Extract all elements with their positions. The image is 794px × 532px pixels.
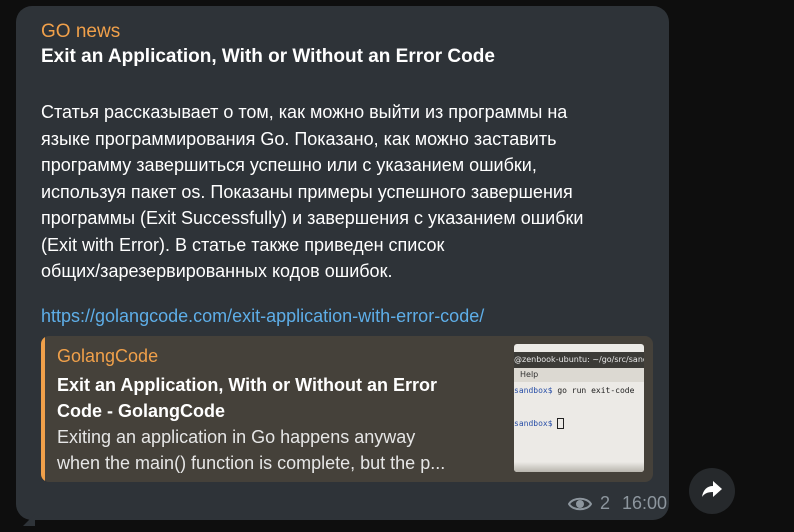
preview-description-line: Exiting an application in Go happens any… [57, 427, 416, 447]
message-headline: Exit an Application, With or Without an … [41, 46, 495, 67]
cursor-icon [557, 418, 565, 429]
preview-description: Exiting an application in Go happens any… [57, 424, 497, 476]
thumbnail-shadow [514, 462, 644, 472]
body-line: (Exit with Error). В статье также привед… [41, 234, 445, 255]
message-meta: 2 16:00 [567, 493, 668, 514]
share-button[interactable] [689, 468, 735, 514]
link-preview[interactable]: GolangCode Exit an Application, With or … [41, 336, 653, 482]
message-body: Статья рассказывает о том, как можно вый… [41, 99, 661, 285]
body-line: языке программирования Go. Показано, как… [41, 128, 557, 149]
thumbnail-terminal-line: sandbox$ [514, 418, 565, 429]
body-line: используя пакет os. Показаны примеры усп… [41, 181, 573, 202]
preview-title-line: Code - GolangCode [57, 401, 225, 421]
thumbnail-prompt: sandbox$ [514, 419, 553, 428]
thumbnail-terminal-line: sandbox$ go run exit-code [514, 386, 634, 395]
preview-title: Exit an Application, With or Without an … [57, 372, 487, 424]
thumbnail-terminal-menu: Help [514, 368, 644, 382]
body-line: общих/зарезервированных кодов ошибок. [41, 261, 393, 281]
preview-description-line: when the main() function is complete, bu… [57, 453, 446, 473]
thumbnail-command: go run exit-code [552, 386, 635, 395]
preview-site-name: GolangCode [57, 346, 159, 366]
thumbnail-prompt: sandbox$ [514, 386, 553, 395]
share-arrow-icon [701, 479, 723, 504]
body-line: программы (Exit Successfully) и завершен… [41, 208, 584, 228]
preview-thumbnail[interactable]: @zenbook-ubuntu: ~/go/src/sand Help sand… [514, 344, 644, 472]
preview-accent-bar [41, 336, 45, 482]
view-count: 2 [600, 493, 611, 513]
bubble-tail [23, 514, 35, 526]
body-line: программу завершиться успешно или с указ… [41, 155, 537, 175]
preview-title-line: Exit an Application, With or Without an … [57, 375, 438, 395]
eye-icon [567, 495, 593, 513]
article-link[interactable]: https://golangcode.com/exit-application-… [41, 306, 484, 327]
body-line: Статья рассказывает о том, как можно вый… [41, 102, 568, 122]
thumbnail-terminal-titlebar: @zenbook-ubuntu: ~/go/src/sand [514, 352, 644, 368]
channel-name[interactable]: GO news [41, 21, 120, 43]
message-bubble: GO news Exit an Application, With or Wit… [16, 6, 669, 526]
message-time: 16:00 [622, 493, 668, 513]
